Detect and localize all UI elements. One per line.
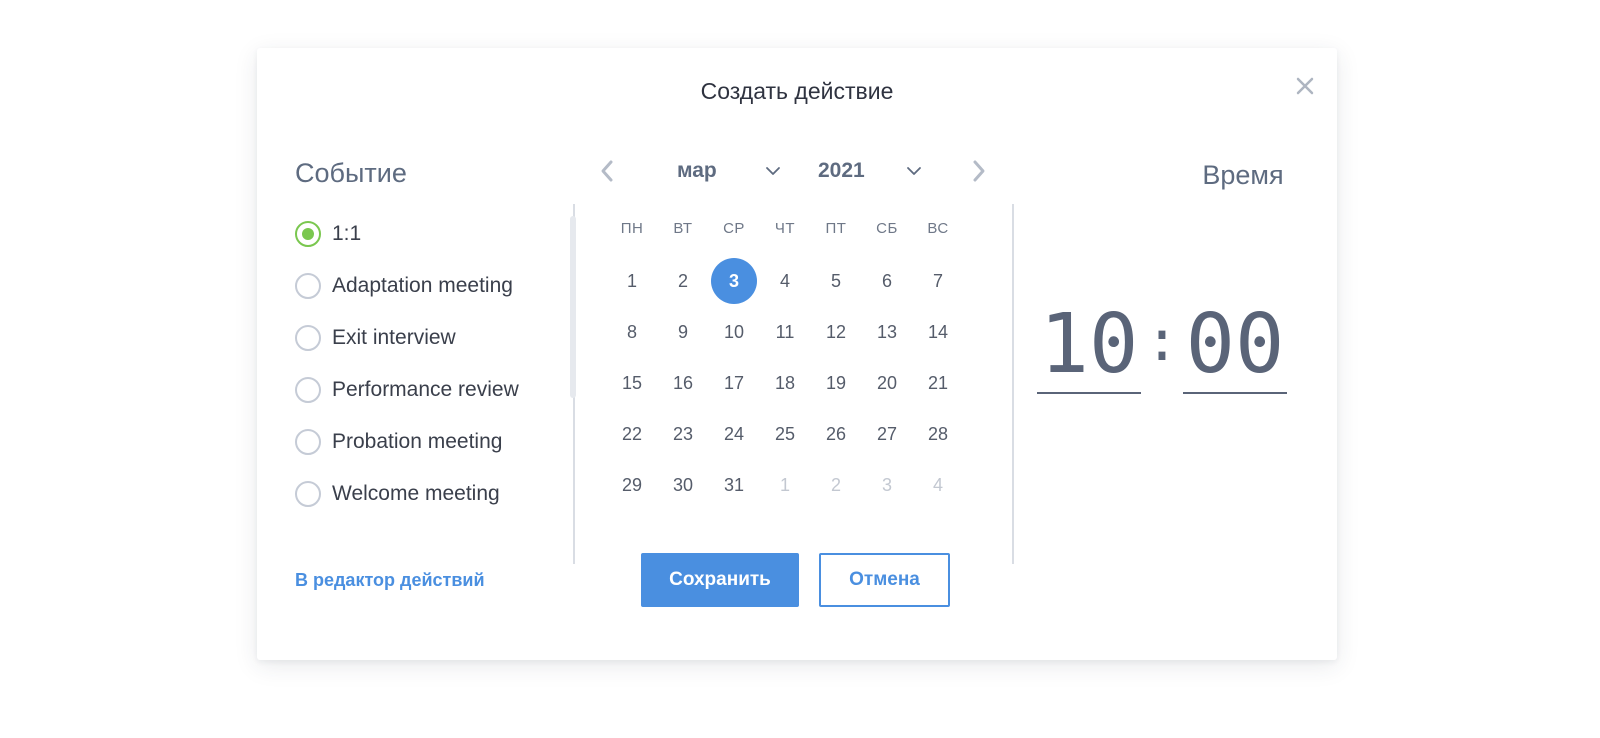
weekday-label: СР xyxy=(723,220,745,237)
event-option-label: Probation meeting xyxy=(332,430,503,453)
event-option-performance-review[interactable]: Performance review xyxy=(295,372,519,408)
year-select[interactable]: 2021 xyxy=(818,156,922,186)
calendar-day[interactable]: 4 xyxy=(915,462,961,508)
event-list-scrollbar[interactable] xyxy=(570,216,576,398)
calendar-day[interactable]: 8 xyxy=(609,309,655,355)
weekday-label: ПТ xyxy=(825,220,847,237)
event-option-1on1[interactable]: 1:1 xyxy=(295,216,361,252)
calendar-day[interactable]: 28 xyxy=(915,411,961,457)
calendar-day[interactable]: 26 xyxy=(813,411,859,457)
calendar-day[interactable]: 12 xyxy=(813,309,859,355)
time-separator: : xyxy=(1145,309,1179,374)
calendar-day[interactable]: 23 xyxy=(660,411,706,457)
cancel-button[interactable]: Отмена xyxy=(819,553,950,607)
time-section-title: Время xyxy=(1202,160,1284,190)
calendar-day[interactable]: 1 xyxy=(762,462,808,508)
chevron-down-icon xyxy=(765,165,781,177)
event-option-label: Performance review xyxy=(332,378,519,401)
action-editor-link[interactable]: В редактор действий xyxy=(295,570,485,591)
calendar-day[interactable]: 22 xyxy=(609,411,655,457)
calendar-day-grid: 1 2 3 4 5 6 7 8 9 10 11 12 13 14 15 16 17 18 19 20 21 22 23 24 2… xyxy=(607,258,987,520)
radio-button[interactable] xyxy=(295,273,321,299)
calendar-day[interactable]: 4 xyxy=(762,258,808,304)
minutes-input[interactable]: 00 xyxy=(1183,300,1287,394)
calendar-day[interactable]: 2 xyxy=(660,258,706,304)
calendar-day[interactable]: 30 xyxy=(660,462,706,508)
event-option-label: Exit interview xyxy=(332,326,456,349)
event-option-exit-interview[interactable]: Exit interview xyxy=(295,320,456,356)
event-type-list: 1:1 Adaptation meeting Exit interview Pe… xyxy=(295,216,557,522)
time-picker: 10 : 00 xyxy=(1037,300,1297,394)
event-option-adaptation-meeting[interactable]: Adaptation meeting xyxy=(295,268,513,304)
calendar-day[interactable]: 25 xyxy=(762,411,808,457)
calendar-day-selected[interactable]: 3 xyxy=(711,258,757,304)
calendar-day[interactable]: 5 xyxy=(813,258,859,304)
radio-button[interactable] xyxy=(295,221,321,247)
calendar-day[interactable]: 3 xyxy=(864,462,910,508)
close-icon xyxy=(1296,77,1314,95)
weekday-label: СБ xyxy=(876,220,898,237)
radio-button[interactable] xyxy=(295,377,321,403)
weekday-label: ВС xyxy=(927,220,949,237)
calendar-day[interactable]: 11 xyxy=(762,309,808,355)
event-option-welcome-meeting[interactable]: Welcome meeting xyxy=(295,476,500,512)
calendar-day[interactable]: 15 xyxy=(609,360,655,406)
calendar-day[interactable]: 16 xyxy=(660,360,706,406)
calendar-day[interactable]: 7 xyxy=(915,258,961,304)
chevron-down-icon xyxy=(906,165,922,177)
create-action-dialog: Создать действие Событие 1:1 Adaptation … xyxy=(257,48,1337,660)
chevron-right-icon xyxy=(973,160,985,182)
calendar-day[interactable]: 14 xyxy=(915,309,961,355)
calendar-day[interactable]: 1 xyxy=(609,258,655,304)
event-option-label: 1:1 xyxy=(332,222,362,245)
calendar-day[interactable]: 6 xyxy=(864,258,910,304)
calendar-day[interactable]: 24 xyxy=(711,411,757,457)
calendar-day[interactable]: 10 xyxy=(711,309,757,355)
calendar-day[interactable]: 18 xyxy=(762,360,808,406)
calendar-divider xyxy=(1012,204,1014,564)
month-select[interactable]: мар xyxy=(677,156,781,186)
calendar-day[interactable]: 31 xyxy=(711,462,757,508)
save-button[interactable]: Сохранить xyxy=(641,553,799,607)
event-option-label: Welcome meeting xyxy=(332,482,500,505)
calendar-day[interactable]: 9 xyxy=(660,309,706,355)
weekday-header: ПН ВТ СР ЧТ ПТ СБ ВС xyxy=(607,220,987,244)
month-value: мар xyxy=(677,159,717,182)
weekday-label: ЧТ xyxy=(774,220,796,237)
calendar-day[interactable]: 2 xyxy=(813,462,859,508)
calendar-day[interactable]: 19 xyxy=(813,360,859,406)
calendar-day[interactable]: 17 xyxy=(711,360,757,406)
weekday-label: ВТ xyxy=(673,220,693,237)
close-button[interactable] xyxy=(1291,72,1319,100)
calendar-day[interactable]: 27 xyxy=(864,411,910,457)
radio-button[interactable] xyxy=(295,481,321,507)
weekday-label: ПН xyxy=(620,220,644,237)
calendar-day[interactable]: 20 xyxy=(864,360,910,406)
next-month-button[interactable] xyxy=(969,158,989,184)
radio-button[interactable] xyxy=(295,325,321,351)
year-value: 2021 xyxy=(818,159,865,182)
calendar-day[interactable]: 13 xyxy=(864,309,910,355)
prev-month-button[interactable] xyxy=(597,158,617,184)
radio-button[interactable] xyxy=(295,429,321,455)
event-option-probation-meeting[interactable]: Probation meeting xyxy=(295,424,502,460)
event-section-title: Событие xyxy=(295,158,407,188)
chevron-left-icon xyxy=(601,160,613,182)
event-option-label: Adaptation meeting xyxy=(332,274,513,297)
hours-input[interactable]: 10 xyxy=(1037,300,1141,394)
calendar-day[interactable]: 21 xyxy=(915,360,961,406)
dialog-title: Создать действие xyxy=(700,78,894,104)
calendar-day[interactable]: 29 xyxy=(609,462,655,508)
